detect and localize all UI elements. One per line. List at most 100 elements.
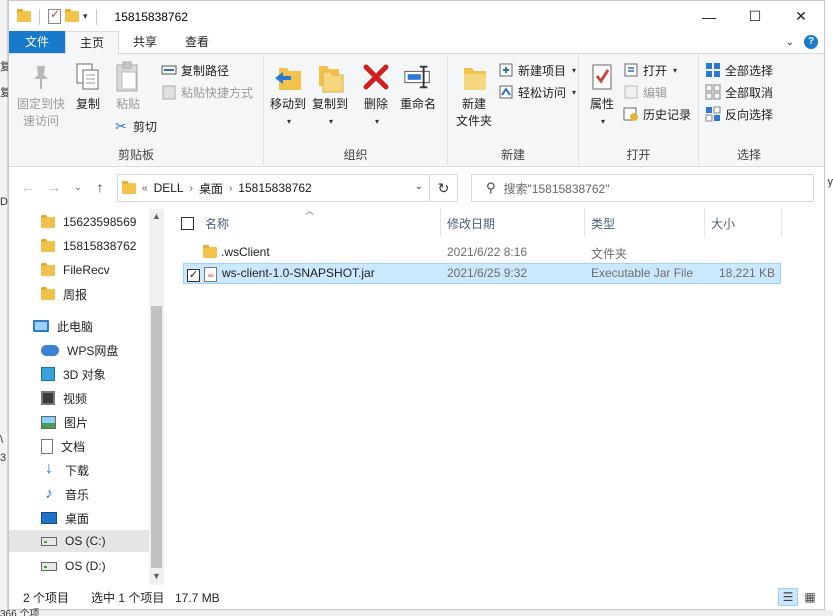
column-header-size[interactable]: 大小	[711, 209, 735, 237]
customize-toolbar-icon[interactable]: ▾	[83, 11, 88, 22]
back-arrow-icon[interactable]: ←	[17, 179, 39, 195]
cube-icon	[41, 367, 55, 381]
overflow-chevron-icon[interactable]: «	[142, 183, 148, 194]
column-header-modified[interactable]: 修改日期	[447, 209, 495, 237]
nav-item-filerecv[interactable]: FileRecv	[41, 259, 110, 281]
nav-item-videos[interactable]: 视频	[41, 387, 87, 409]
copy-path-button[interactable]: 复制路径	[161, 60, 229, 80]
nav-item-weekly-report[interactable]: 周报	[41, 283, 87, 305]
nav-item-wps-drive[interactable]: WPS网盘	[41, 339, 118, 361]
pin-label-2: 速访问	[22, 114, 59, 128]
window-title: 15815838762	[114, 9, 188, 24]
chevron-right-icon[interactable]: ›	[229, 183, 232, 194]
easy-access-button[interactable]: 轻松访问 ▾	[498, 82, 576, 102]
nav-item-15815838762[interactable]: 15815838762	[41, 235, 136, 257]
column-divider[interactable]	[704, 209, 705, 237]
nav-item-desktop[interactable]: 桌面	[41, 507, 89, 529]
breadcrumb-desktop[interactable]: 桌面	[199, 180, 223, 197]
close-button[interactable]: ✕	[778, 1, 824, 32]
recent-locations-icon[interactable]: ⌄	[67, 182, 89, 193]
title-bar: ▾ 15815838762 — ☐ ✕	[9, 1, 824, 32]
move-to-label: 移动到	[270, 97, 307, 111]
chevron-right-icon[interactable]: ›	[190, 183, 193, 194]
select-none-button[interactable]: 全部取消	[705, 82, 773, 102]
nav-item-music[interactable]: ♪ 音乐	[41, 483, 89, 505]
table-row[interactable]: .wsClient 2021/6/22 8:16 文件夹	[183, 243, 781, 264]
status-selection-size: 17.7 MB	[175, 590, 220, 605]
forward-arrow-icon[interactable]: →	[43, 179, 65, 195]
new-group: 新建 文件夹 新建项目 ▾ 轻松访问 ▾ 新建	[448, 54, 579, 167]
scroll-down-icon[interactable]: ▼	[149, 571, 164, 581]
column-divider[interactable]	[781, 209, 782, 237]
new-item-button[interactable]: 新建项目 ▾	[498, 60, 576, 80]
address-bar[interactable]: « DELL › 桌面 › 15815838762 ⌄	[117, 174, 430, 202]
paste-button[interactable]: 粘贴	[113, 60, 143, 113]
nav-item-documents[interactable]: 文档	[41, 435, 85, 457]
open-button[interactable]: 打开 ▾	[623, 60, 677, 80]
nav-item-downloads[interactable]: ↓ 下载	[41, 459, 89, 481]
new-folder-button[interactable]: 新建 文件夹	[454, 60, 494, 130]
history-icon	[623, 106, 639, 122]
new-folder-icon[interactable]	[65, 9, 79, 22]
up-arrow-icon[interactable]: ↑	[89, 179, 111, 195]
ribbon: 固定到快 速访问 复制 粘贴 复制路径 粘贴快捷方式 ✂ 剪切 剪贴板 移动到 …	[9, 54, 824, 167]
copy-button[interactable]: 复制	[73, 60, 103, 113]
select-all-checkbox[interactable]	[181, 209, 194, 237]
details-view-icon[interactable]: ☰	[778, 588, 798, 606]
tab-home[interactable]: 主页	[65, 31, 120, 54]
scroll-up-icon[interactable]: ▲	[149, 211, 164, 221]
nav-item-this-pc[interactable]: 此电脑	[33, 315, 93, 337]
column-header-name[interactable]: 名称	[205, 209, 229, 237]
navigation-row: ← → ⌄ ↑ « DELL › 桌面 › 15815838762 ⌄ ↻ ⚲ …	[9, 167, 824, 207]
pin-quick-access-button[interactable]: 固定到快 速访问	[13, 60, 69, 130]
properties-icon[interactable]	[48, 7, 61, 24]
cut-button[interactable]: ✂ 剪切	[113, 116, 157, 136]
status-selection: 选中 1 个项目	[91, 591, 165, 605]
history-button[interactable]: 历史记录	[623, 104, 691, 124]
nav-item-label: 15623598569	[63, 215, 137, 229]
tab-share[interactable]: 共享	[119, 31, 171, 53]
scrollbar-thumb[interactable]	[151, 306, 162, 568]
maximize-button[interactable]: ☐	[732, 1, 778, 32]
table-row[interactable]: ✓ ☕ ws-client-1.0-SNAPSHOT.jar 2021/6/25…	[183, 263, 781, 284]
search-input[interactable]: ⚲ 搜索"15815838762"	[471, 174, 814, 202]
refresh-button[interactable]: ↻	[430, 174, 458, 202]
new-item-label: 新建项目	[518, 63, 567, 78]
nav-item-drive-d[interactable]: OS (D:)	[41, 555, 106, 577]
background-char: D	[0, 196, 8, 208]
paste-shortcut-button[interactable]: 粘贴快捷方式	[161, 82, 253, 102]
invert-selection-button[interactable]: 反向选择	[705, 104, 773, 124]
delete-button[interactable]: 删除 ▾	[362, 60, 390, 130]
breadcrumb-dell[interactable]: DELL	[154, 181, 184, 195]
chevron-down-icon[interactable]: ⌄	[786, 37, 794, 48]
nav-scrollbar[interactable]: ▲ ▼	[149, 209, 164, 585]
select-all-icon	[705, 62, 721, 78]
column-divider[interactable]	[584, 209, 585, 237]
row-checkbox[interactable]: ✓	[187, 267, 200, 282]
tab-view[interactable]: 查看	[171, 31, 223, 53]
caret-icon: ▾	[572, 87, 577, 97]
organize-group-label: 组织	[343, 148, 368, 162]
properties-button[interactable]: 属性 ▾	[585, 60, 619, 130]
tab-file[interactable]: 文件	[9, 31, 66, 53]
nav-item-pictures[interactable]: 图片	[41, 411, 88, 433]
nav-item-drive-c[interactable]: OS (C:)	[9, 530, 149, 552]
breadcrumb-current[interactable]: 15815838762	[238, 181, 311, 195]
rename-button[interactable]: 重命名	[398, 60, 438, 113]
column-divider[interactable]	[440, 209, 441, 237]
move-to-button[interactable]: 移动到 ▾	[270, 60, 306, 130]
select-group: 全部选择 全部取消 反向选择 选择	[699, 54, 799, 167]
open-label: 打开	[643, 63, 668, 78]
chevron-down-icon[interactable]: ⌄	[415, 181, 423, 192]
select-all-button[interactable]: 全部选择	[705, 60, 773, 80]
edit-button[interactable]: 编辑	[623, 82, 667, 102]
file-type: Executable Jar File	[591, 266, 694, 280]
help-icon[interactable]: ?	[804, 35, 818, 49]
desktop-icon	[41, 512, 57, 524]
nav-item-15623598569[interactable]: 15623598569	[41, 211, 136, 233]
copy-to-button[interactable]: 复制到 ▾	[312, 60, 348, 130]
nav-item-3d-objects[interactable]: 3D 对象	[41, 363, 106, 385]
minimize-button[interactable]: —	[686, 1, 732, 32]
large-icons-view-icon[interactable]: ▦	[800, 588, 820, 606]
column-header-type[interactable]: 类型	[591, 209, 615, 237]
